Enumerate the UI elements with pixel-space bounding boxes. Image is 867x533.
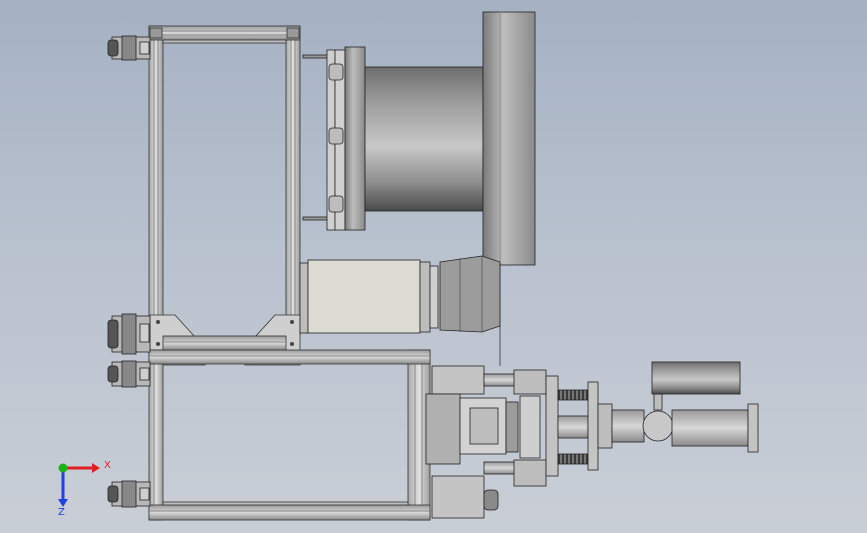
main-drum: [302, 11, 536, 266]
drive-motor: [299, 255, 501, 366]
machine-assembly-drawing: X Z: [58, 11, 759, 521]
y-axis-dot: [58, 463, 68, 473]
z-arrow-head: [58, 499, 68, 507]
x-axis-label: X: [104, 460, 111, 471]
lower-mechanism: [425, 361, 759, 519]
x-arrow-head: [92, 463, 100, 473]
lower-frame: [148, 349, 431, 521]
z-axis-label: Z: [58, 507, 65, 518]
orientation-triad: X Z: [58, 460, 111, 518]
upper-frame: [148, 25, 301, 337]
cad-viewport[interactable]: X Z: [0, 0, 867, 533]
caster-wheels: [107, 35, 151, 508]
